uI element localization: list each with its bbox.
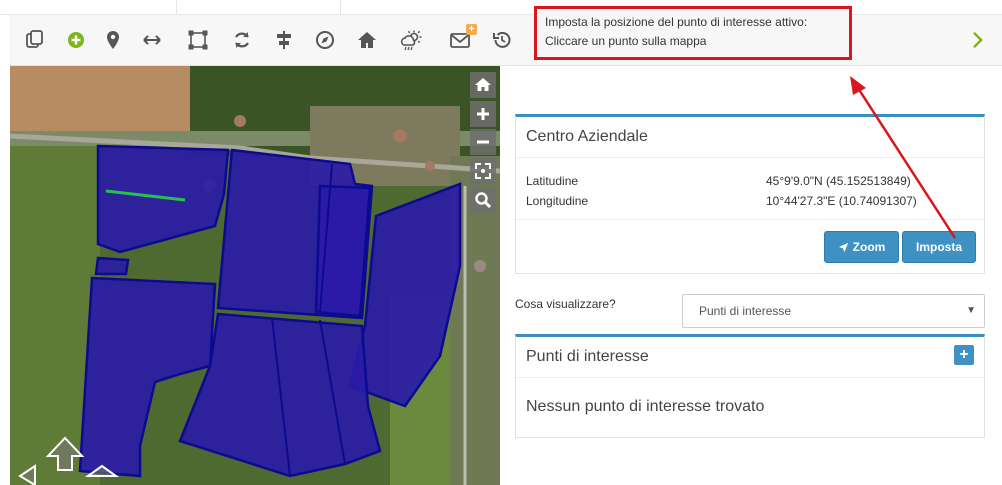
align-center-icon[interactable]	[271, 27, 297, 53]
view-select-label: Cosa visualizzare?	[515, 297, 616, 311]
imposta-button-label: Imposta	[915, 240, 962, 254]
weather-icon[interactable]	[398, 27, 424, 53]
add-point-icon[interactable]	[63, 27, 89, 53]
home-icon[interactable]	[354, 27, 380, 53]
punti-title: Punti di interesse	[526, 348, 649, 365]
add-poi-button[interactable]: +	[954, 345, 974, 365]
centro-aziendale-panel: Centro Aziendale Latitudine 45°9'9.0"N (…	[515, 114, 985, 274]
fullscreen-icon[interactable]	[470, 158, 496, 184]
centro-title: Centro Aziendale	[516, 117, 984, 158]
polygon-select-icon[interactable]	[185, 27, 211, 53]
longitude-label: Longitudine	[526, 194, 589, 208]
mail-badge: +	[466, 24, 477, 35]
punti-interesse-panel: Punti di interesse + Nessun punto di int…	[515, 334, 985, 438]
latitude-label: Latitudine	[526, 174, 579, 188]
latitude-value: 45°9'9.0"N (45.152513849)	[766, 174, 911, 188]
hint-callout: Imposta la posizione del punto di intere…	[534, 6, 852, 60]
chevron-right-icon[interactable]	[968, 27, 988, 53]
longitude-value: 10°44'27.3"E (10.74091307)	[766, 194, 917, 208]
view-select-value: Punti di interesse	[699, 304, 792, 318]
map-toolbar: +	[10, 15, 1002, 66]
horizontal-arrows-icon[interactable]	[139, 27, 165, 53]
map-marker-icon[interactable]	[100, 27, 126, 53]
location-arrow-icon	[838, 242, 848, 252]
copy-icon[interactable]	[22, 27, 48, 53]
caret-down-icon: ▼	[966, 305, 976, 316]
zoom-button[interactable]: Zoom	[824, 231, 899, 263]
compass-icon[interactable]	[312, 27, 338, 53]
map-imagery	[10, 66, 500, 485]
satellite-map[interactable]	[10, 66, 500, 485]
punti-header: Punti di interesse +	[516, 337, 984, 378]
history-icon[interactable]	[489, 27, 515, 53]
hint-line-2: Cliccare un punto sulla mappa	[545, 34, 707, 48]
zoom-out-icon[interactable]	[470, 129, 496, 155]
view-select[interactable]: Punti di interesse ▼	[682, 294, 985, 328]
mail-icon[interactable]: +	[447, 24, 477, 53]
refresh-icon[interactable]	[229, 27, 255, 53]
imposta-button[interactable]: Imposta	[902, 231, 976, 263]
zoom-button-label: Zoom	[852, 240, 886, 254]
hint-line-1: Imposta la posizione del punto di intere…	[545, 15, 808, 29]
empty-message: Nessun punto di interesse trovato	[526, 398, 765, 415]
zoom-in-icon[interactable]	[470, 101, 496, 127]
home-icon[interactable]	[470, 72, 496, 98]
search-icon[interactable]	[470, 187, 496, 213]
side-panel: Centro Aziendale Latitudine 45°9'9.0"N (…	[500, 66, 1002, 485]
